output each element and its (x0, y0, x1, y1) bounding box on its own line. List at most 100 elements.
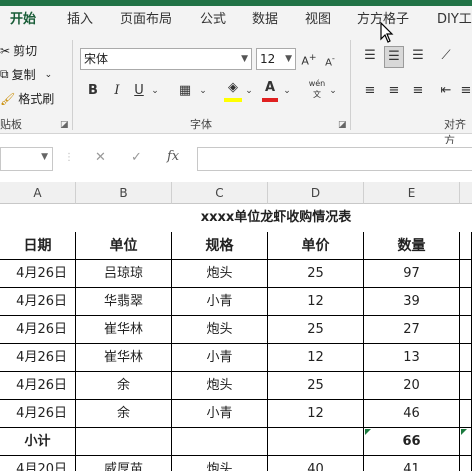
row-partial-date[interactable]: 4月20日 (0, 456, 76, 471)
font-name-select[interactable]: 宋体 ▼ (80, 48, 252, 70)
chevron-down-icon[interactable]: ⌄ (328, 81, 338, 101)
row-4-date[interactable]: 4月26日 (0, 344, 76, 372)
row-2-unit[interactable]: 华翡翠 (76, 288, 172, 316)
font-size-select[interactable]: 12 ▼ (256, 48, 296, 70)
cancel-icon[interactable]: ✕ (95, 150, 106, 165)
row-4-qty[interactable]: 13 (364, 344, 460, 372)
tab-data[interactable]: 数据 (252, 6, 278, 34)
row-3-date[interactable]: 4月26日 (0, 316, 76, 344)
tab-page-layout[interactable]: 页面布局 (120, 6, 172, 34)
align-top-icon[interactable]: ☰ (360, 46, 380, 66)
subtotal-cell[interactable] (76, 428, 172, 456)
row-5-price[interactable]: 25 (268, 372, 364, 400)
insert-function-icon[interactable]: fx (167, 149, 179, 164)
tab-home[interactable]: 开始 (10, 6, 36, 34)
row-6-price[interactable]: 12 (268, 400, 364, 428)
row-3-unit[interactable]: 崔华林 (76, 316, 172, 344)
row-5-qty[interactable]: 20 (364, 372, 460, 400)
header-unit[interactable]: 单位 (76, 232, 172, 260)
cut-button[interactable]: ✂ 剪切 (0, 42, 37, 59)
subtotal-qty[interactable]: 66 (364, 428, 460, 456)
column-header-b[interactable]: B (76, 182, 172, 204)
format-painter-button[interactable]: 🖌 格式刷 (0, 90, 54, 107)
tab-formulas[interactable]: 公式 (200, 6, 226, 34)
column-header-a[interactable]: A (0, 182, 76, 204)
chevron-down-icon[interactable]: ⌄ (150, 81, 160, 101)
phonetic-guide-icon[interactable]: wén 文 (306, 78, 328, 100)
increase-font-icon[interactable]: A+ (301, 48, 317, 72)
row-partial-qty[interactable]: 41 (364, 456, 460, 471)
row-4-unit[interactable]: 崔华林 (76, 344, 172, 372)
chevron-down-icon[interactable]: ⌄ (282, 81, 292, 101)
subtotal-date[interactable]: 小计 (0, 428, 76, 456)
fill-color-icon[interactable]: ◈ (224, 78, 242, 102)
row-partial-unit[interactable]: 威厚苗 (76, 456, 172, 471)
row-5-unit[interactable]: 余 (76, 372, 172, 400)
row-3-price[interactable]: 25 (268, 316, 364, 344)
tab-diy[interactable]: DIY工 (437, 6, 472, 34)
underline-button[interactable]: U (132, 81, 146, 101)
row-partial-price[interactable]: 40 (268, 456, 364, 471)
subtotal-cell[interactable] (268, 428, 364, 456)
align-center-icon[interactable]: ≡ (384, 81, 404, 101)
row-6-unit[interactable]: 余 (76, 400, 172, 428)
row-3-cell[interactable] (460, 316, 472, 344)
align-right-icon[interactable]: ≡ (408, 81, 428, 101)
orientation-icon[interactable]: ⟋ (436, 46, 456, 66)
row-2-date[interactable]: 4月26日 (0, 288, 76, 316)
header-spec[interactable]: 规格 (172, 232, 268, 260)
row-6-cell[interactable] (460, 400, 472, 428)
column-header-d[interactable]: D (268, 182, 364, 204)
formula-input[interactable] (197, 147, 472, 171)
column-header-c[interactable]: C (172, 182, 268, 204)
row-1-qty[interactable]: 97 (364, 260, 460, 288)
sheet-title[interactable]: xxxx单位龙虾收购情况表 (0, 204, 472, 232)
borders-icon[interactable]: ▦ (176, 81, 194, 101)
column-header-f[interactable] (460, 182, 472, 204)
tab-view[interactable]: 视图 (305, 6, 331, 34)
row-1-unit[interactable]: 吕琼琼 (76, 260, 172, 288)
row-6-spec[interactable]: 小青 (172, 400, 268, 428)
row-5-date[interactable]: 4月26日 (0, 372, 76, 400)
row-1-cell[interactable] (460, 260, 472, 288)
indent-more-icon[interactable]: ≡ (460, 81, 472, 101)
row-4-cell[interactable] (460, 344, 472, 372)
header-date[interactable]: 日期 (0, 232, 76, 260)
row-5-spec[interactable]: 炮头 (172, 372, 268, 400)
row-2-qty[interactable]: 39 (364, 288, 460, 316)
decrease-font-icon[interactable]: A- (322, 48, 338, 73)
header-price[interactable]: 单价 (268, 232, 364, 260)
row-4-spec[interactable]: 小青 (172, 344, 268, 372)
row-4-price[interactable]: 12 (268, 344, 364, 372)
row-5-cell[interactable] (460, 372, 472, 400)
italic-button[interactable]: I (110, 81, 124, 101)
chevron-down-icon[interactable]: ⌄ (198, 81, 208, 101)
row-2-spec[interactable]: 小青 (172, 288, 268, 316)
bold-button[interactable]: B (86, 81, 100, 101)
row-3-qty[interactable]: 27 (364, 316, 460, 344)
drag-handle-icon[interactable]: ⋮ (64, 152, 74, 163)
chevron-down-icon[interactable]: ⌄ (244, 81, 254, 101)
row-6-date[interactable]: 4月26日 (0, 400, 76, 428)
row-6-qty[interactable]: 46 (364, 400, 460, 428)
align-middle-icon[interactable]: ☰ (384, 46, 404, 68)
header-cell[interactable] (460, 232, 472, 260)
indent-icon[interactable]: ⇤ (436, 81, 456, 101)
row-partial-spec[interactable]: 炮头 (172, 456, 268, 471)
row-1-spec[interactable]: 炮头 (172, 260, 268, 288)
copy-button[interactable]: ⧉ 复制 ⌄ (0, 66, 52, 83)
row-2-price[interactable]: 12 (268, 288, 364, 316)
row-partial-cell[interactable] (460, 456, 472, 471)
row-3-spec[interactable]: 炮头 (172, 316, 268, 344)
row-2-cell[interactable] (460, 288, 472, 316)
row-1-price[interactable]: 25 (268, 260, 364, 288)
subtotal-cell[interactable] (172, 428, 268, 456)
dialog-launcher-icon[interactable]: ◪ (60, 120, 69, 130)
align-bottom-icon[interactable]: ☰ (408, 46, 428, 66)
align-left-icon[interactable]: ≡ (360, 81, 380, 101)
tab-insert[interactable]: 插入 (67, 6, 93, 34)
enter-icon[interactable]: ✓ (131, 150, 142, 165)
row-1-date[interactable]: 4月26日 (0, 260, 76, 288)
header-qty[interactable]: 数量 (364, 232, 460, 260)
column-header-e[interactable]: E (364, 182, 460, 204)
